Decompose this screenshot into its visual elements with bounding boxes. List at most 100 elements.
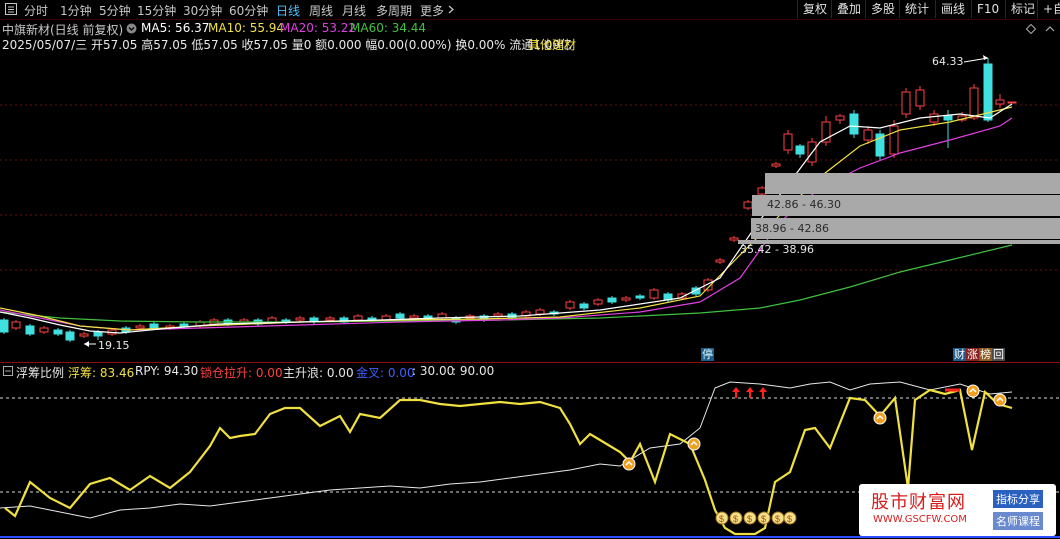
red-up-arrow-icon	[732, 387, 740, 398]
rise-tag[interactable]: 涨	[966, 348, 979, 361]
candle[interactable]	[39, 327, 49, 333]
svg-text:$: $	[775, 514, 780, 524]
tab-30min[interactable]: 30分钟	[183, 2, 222, 19]
candle[interactable]	[579, 303, 589, 309]
candle[interactable]	[649, 289, 659, 299]
money-bag-icon: $	[715, 511, 729, 525]
dropdown-circle-icon[interactable]	[126, 23, 137, 34]
candle[interactable]	[395, 313, 405, 319]
custom-button[interactable]: +自	[1037, 0, 1060, 18]
candle[interactable]	[743, 201, 753, 209]
candle[interactable]	[11, 321, 21, 329]
draw-line-button[interactable]: 画线	[935, 0, 970, 18]
candle[interactable]	[849, 113, 859, 135]
chevron-up-circle-icon	[622, 457, 636, 471]
tab-5min[interactable]: 5分钟	[99, 2, 131, 19]
svg-text:$: $	[747, 514, 752, 524]
watermark-panel: 股市财富网 WWW.GSCFW.COM 指标分享 名师课程	[859, 484, 1056, 536]
low-price-label: 19.15	[98, 339, 130, 352]
candle[interactable]	[943, 115, 953, 121]
candle[interactable]	[929, 113, 939, 123]
candle[interactable]	[635, 295, 645, 299]
rank-tag[interactable]: 榜	[979, 348, 992, 361]
svg-text:$: $	[761, 514, 766, 524]
money-bag-icon: $	[729, 511, 743, 525]
overlay-button[interactable]: 叠加	[831, 0, 866, 18]
candle[interactable]	[65, 331, 75, 341]
candle[interactable]	[25, 325, 35, 335]
tab-multi-period[interactable]: 多周期	[376, 2, 412, 19]
period-toolbar: 分时 1分钟 5分钟 15分钟 30分钟 60分钟 日线 周线 月线 多周期 更…	[0, 0, 1060, 20]
menu-box-icon[interactable]	[5, 3, 17, 15]
money-bag-icon: $	[757, 511, 771, 525]
high-arrow-head	[983, 55, 988, 60]
finance-tag[interactable]: 财	[953, 348, 966, 361]
statistics-button[interactable]: 统计	[899, 0, 934, 18]
candle[interactable]	[0, 319, 9, 333]
tab-more[interactable]: 更多	[420, 2, 444, 19]
candle[interactable]	[53, 329, 63, 335]
watermark-url: WWW.GSCFW.COM	[873, 514, 967, 525]
candle[interactable]	[729, 237, 739, 241]
candle[interactable]	[863, 129, 873, 141]
candle[interactable]	[535, 309, 545, 315]
svg-text:$: $	[733, 514, 738, 524]
panel-divider	[0, 362, 1060, 363]
tab-60min[interactable]: 60分钟	[229, 2, 268, 19]
ma60-line	[0, 244, 1013, 323]
watermark-tag-course: 名师课程	[993, 512, 1043, 530]
level-90-value: : 90.00	[452, 364, 495, 378]
candle[interactable]	[493, 313, 503, 317]
candle[interactable]	[353, 315, 363, 321]
candle[interactable]	[325, 317, 335, 321]
candle[interactable]	[135, 325, 145, 329]
candle[interactable]	[715, 259, 725, 263]
candle[interactable]	[995, 99, 1005, 105]
ma5-label: MA5: 56.37	[141, 21, 210, 35]
indicator-menu-icon[interactable]	[3, 366, 13, 376]
candle[interactable]	[607, 297, 617, 303]
multi-stock-button[interactable]: 多股	[865, 0, 900, 18]
zone-label-3: 35.42 - 38.96	[740, 243, 814, 256]
candle[interactable]	[593, 299, 603, 305]
tab-daily[interactable]: 日线	[276, 2, 300, 19]
candle[interactable]	[783, 133, 793, 151]
tab-fenshi[interactable]: 分时	[24, 2, 48, 19]
red-up-arrow-icon	[759, 387, 767, 398]
candle[interactable]	[267, 317, 277, 323]
candle[interactable]	[93, 331, 103, 337]
candle[interactable]	[889, 125, 899, 155]
chevron-up-circle-icon	[966, 384, 980, 398]
mark-button[interactable]: 标记	[1005, 0, 1040, 18]
candle[interactable]	[179, 323, 189, 327]
svg-text:$: $	[787, 514, 792, 524]
tab-monthly[interactable]: 月线	[342, 2, 366, 19]
stop-tag[interactable]: 停	[701, 348, 714, 361]
return-tag[interactable]: 回	[992, 348, 1005, 361]
candle[interactable]	[1007, 101, 1017, 104]
tab-1min[interactable]: 1分钟	[60, 2, 92, 19]
level-30-value: : 30.00	[412, 364, 455, 378]
candle[interactable]	[79, 333, 89, 337]
watermark-tag-share: 指标分享	[993, 490, 1043, 508]
f10-button[interactable]: F10	[971, 0, 1004, 18]
tab-15min[interactable]: 15分钟	[137, 2, 176, 19]
candle[interactable]	[771, 163, 781, 167]
collapse-icon[interactable]	[1045, 24, 1055, 34]
tab-weekly[interactable]: 周线	[309, 2, 333, 19]
candle[interactable]	[795, 145, 805, 155]
fuquan-button[interactable]: 复权	[797, 0, 832, 18]
candle[interactable]	[565, 301, 575, 309]
rpy-value: RPY: 94.30	[135, 364, 199, 378]
candle[interactable]	[295, 317, 305, 321]
candle[interactable]	[149, 323, 159, 329]
diamond-icon[interactable]	[1026, 24, 1036, 34]
candle[interactable]	[969, 87, 979, 119]
candle[interactable]	[621, 297, 631, 301]
candle[interactable]	[915, 89, 925, 107]
candle[interactable]	[901, 91, 911, 115]
zone-label-2: 38.96 - 42.86	[755, 222, 829, 235]
candle[interactable]	[409, 315, 419, 319]
candle[interactable]	[835, 115, 845, 121]
chevron-right-icon[interactable]	[447, 5, 455, 14]
